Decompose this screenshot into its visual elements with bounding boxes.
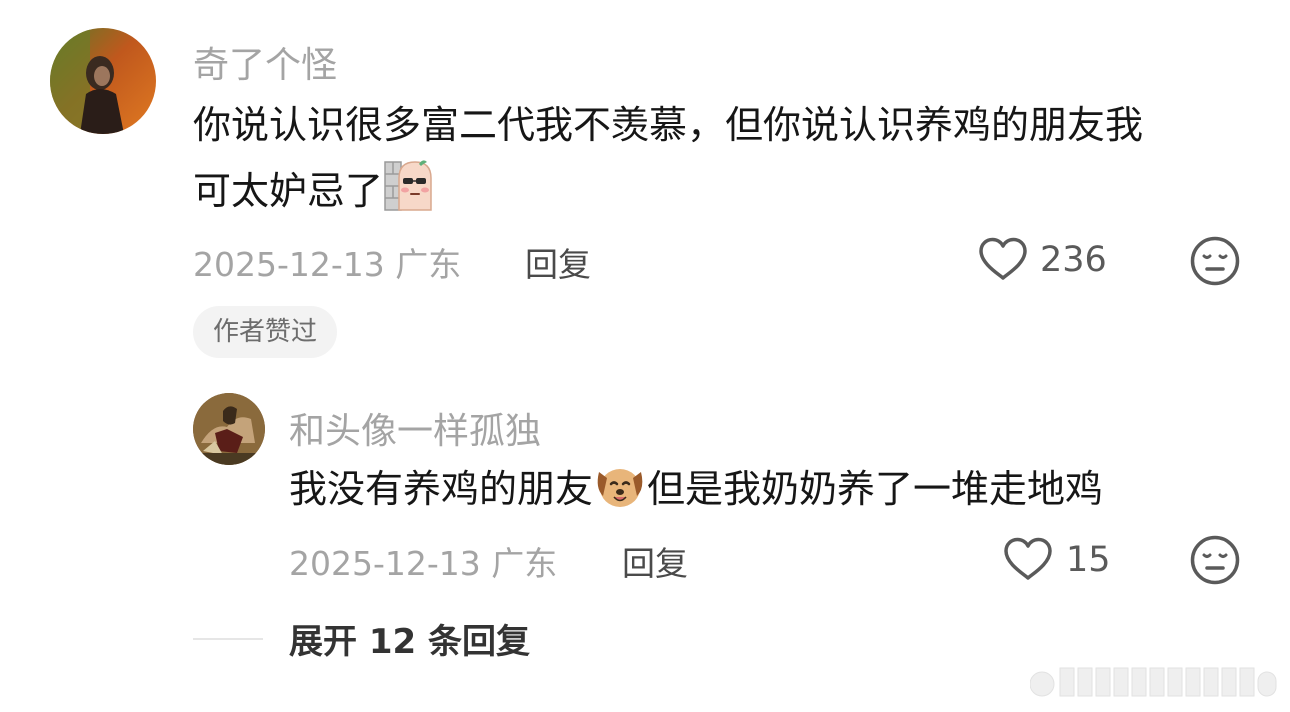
author-liked-badge: 作者赞过	[193, 306, 338, 358]
reply-location: 广东	[491, 544, 558, 583]
reply-text-part2: 但是我奶奶养了一堆走地鸡	[647, 467, 1104, 511]
heart-icon	[979, 237, 1027, 280]
reply-like-button[interactable]	[1002, 536, 1054, 586]
expand-divider	[193, 638, 263, 640]
meh-face-icon	[1190, 535, 1240, 585]
reply-reply-button[interactable]: 回复	[622, 537, 688, 585]
comment-text-line2-wrap: 可太妒忌了	[193, 156, 441, 232]
replier-avatar[interactable]	[193, 393, 265, 465]
reply-dislike-button[interactable]	[1189, 534, 1241, 590]
reply-like-count: 15	[1066, 540, 1111, 580]
heart-icon	[1004, 537, 1052, 580]
comment-text-line1: 你说认识很多富二代我不羡慕，但你说认识养鸡的朋友我	[193, 103, 1144, 147]
expand-replies-button[interactable]: 展开 12 条回复	[289, 614, 530, 663]
reply-date: 2025-12-13	[289, 544, 481, 583]
comment-meta: 2025-12-13 广东	[193, 238, 461, 286]
meh-face-icon	[1190, 236, 1240, 286]
dog-face-emoji-icon	[593, 462, 647, 530]
comment-date: 2025-12-13	[193, 245, 385, 284]
comment-text-line2: 可太妒忌了	[193, 169, 384, 213]
peek-wall-emoji-icon	[383, 156, 441, 232]
commenter-avatar[interactable]	[50, 28, 156, 134]
comment-dislike-button[interactable]	[1189, 235, 1241, 291]
comment-like-count: 236	[1040, 240, 1107, 280]
commenter-username[interactable]: 奇了个怪	[193, 36, 337, 88]
reply-text: 我没有养鸡的朋友 但是我奶奶养了一堆走地鸡	[289, 458, 1103, 530]
comment-location: 广东	[395, 245, 462, 284]
replier-username[interactable]: 和头像一样孤独	[289, 402, 541, 454]
reply-text-part1: 我没有养鸡的朋友	[289, 467, 594, 511]
comment-reply-button[interactable]: 回复	[525, 238, 591, 286]
reply-meta: 2025-12-13 广东	[289, 537, 557, 585]
comment-like-button[interactable]	[977, 236, 1029, 286]
watermark-bars	[1029, 660, 1280, 704]
